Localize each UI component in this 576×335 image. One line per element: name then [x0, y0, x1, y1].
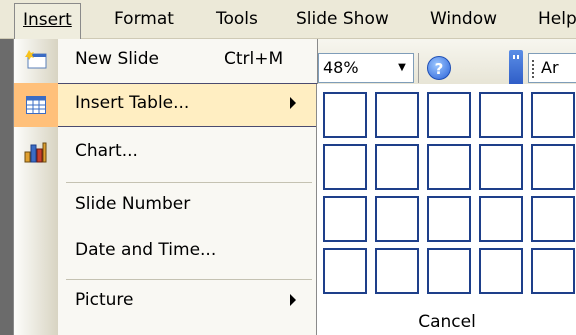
menu-window-label: Window: [430, 9, 498, 29]
chart-icon: [24, 142, 47, 163]
table-grid-cell[interactable]: [531, 248, 575, 294]
table-grid-cell[interactable]: [375, 92, 419, 138]
table-grid-cell[interactable]: [479, 92, 523, 138]
table-grid-cell[interactable]: [375, 144, 419, 190]
table-grid-cell[interactable]: [323, 92, 367, 138]
menu-tools[interactable]: Tools: [208, 3, 266, 35]
zoom-value: 48%: [323, 58, 359, 77]
menu-slide-show[interactable]: Slide Show: [288, 3, 397, 35]
menu-window[interactable]: Window: [422, 3, 505, 35]
table-icon: [26, 96, 46, 114]
insert-table-grid-panel: Cancel: [316, 84, 576, 335]
menu-item-chart[interactable]: Chart...: [14, 131, 317, 175]
window-background: [0, 39, 13, 335]
submenu-arrow-icon: [290, 294, 296, 306]
new-slide-icon: [25, 50, 47, 69]
toolbar-separator: [418, 53, 419, 83]
menu-separator: [66, 182, 312, 183]
menu-item-label: New Slide: [75, 49, 159, 69]
submenu-arrow-icon: [290, 97, 296, 109]
table-grid-cell[interactable]: [427, 248, 471, 294]
help-icon[interactable]: ?: [427, 56, 451, 80]
zoom-combo[interactable]: 48% ▼: [318, 53, 414, 83]
menu-item-slide-number[interactable]: Slide Number: [14, 184, 317, 228]
font-combo[interactable]: Ar: [528, 53, 576, 83]
font-value: Ar: [541, 58, 559, 77]
table-grid-cell[interactable]: [531, 196, 575, 242]
table-grid-cell[interactable]: [375, 248, 419, 294]
table-grid-cell[interactable]: [427, 92, 471, 138]
menu-item-picture[interactable]: Picture: [14, 280, 317, 324]
table-grid-cell[interactable]: [479, 196, 523, 242]
table-grid-cell[interactable]: [323, 196, 367, 242]
menu-item-new-slide[interactable]: New Slide Ctrl+M: [14, 39, 317, 83]
table-grid-cell[interactable]: [323, 144, 367, 190]
table-grid-cell[interactable]: [531, 92, 575, 138]
menu-item-date-and-time[interactable]: Date and Time...: [14, 230, 317, 274]
menu-item-label: Slide Number: [75, 194, 191, 214]
menu-tools-label: Tools: [216, 9, 258, 29]
menu-item-label: Picture: [75, 290, 134, 310]
table-grid-cell[interactable]: [479, 248, 523, 294]
menu-item-label: Chart...: [75, 141, 138, 161]
menu-help[interactable]: Help: [530, 3, 576, 35]
table-grid-cell[interactable]: [427, 144, 471, 190]
menu-item-label: Date and Time...: [75, 240, 217, 260]
menu-item-insert-table[interactable]: Insert Table...: [14, 83, 317, 127]
chevron-down-icon[interactable]: ▼: [393, 58, 411, 78]
table-grid-cell[interactable]: [479, 144, 523, 190]
table-grid-cell[interactable]: [323, 248, 367, 294]
menu-item-label: Insert Table...: [75, 93, 190, 113]
menu-item-shortcut: Ctrl+M: [224, 49, 284, 69]
menu-insert[interactable]: Insert: [14, 3, 81, 40]
table-grid-cell[interactable]: [427, 196, 471, 242]
toolbar-grip-icon[interactable]: [532, 60, 537, 78]
insert-menu-dropdown: New Slide Ctrl+M Insert Table... Chart..…: [13, 39, 318, 335]
menu-format-label: Format: [114, 9, 174, 29]
cancel-button[interactable]: Cancel: [317, 312, 576, 332]
table-grid-cell[interactable]: [531, 144, 575, 190]
menu-slide-show-label: Slide Show: [296, 9, 389, 29]
menu-help-label: Help: [538, 9, 576, 29]
menu-bar: Insert Format Tools Slide Show Window He…: [0, 0, 576, 40]
table-grid-cell[interactable]: [375, 196, 419, 242]
toolbar-options-icon[interactable]: [509, 50, 523, 88]
menu-format[interactable]: Format: [106, 3, 182, 35]
menu-insert-label: Insert: [23, 10, 72, 30]
